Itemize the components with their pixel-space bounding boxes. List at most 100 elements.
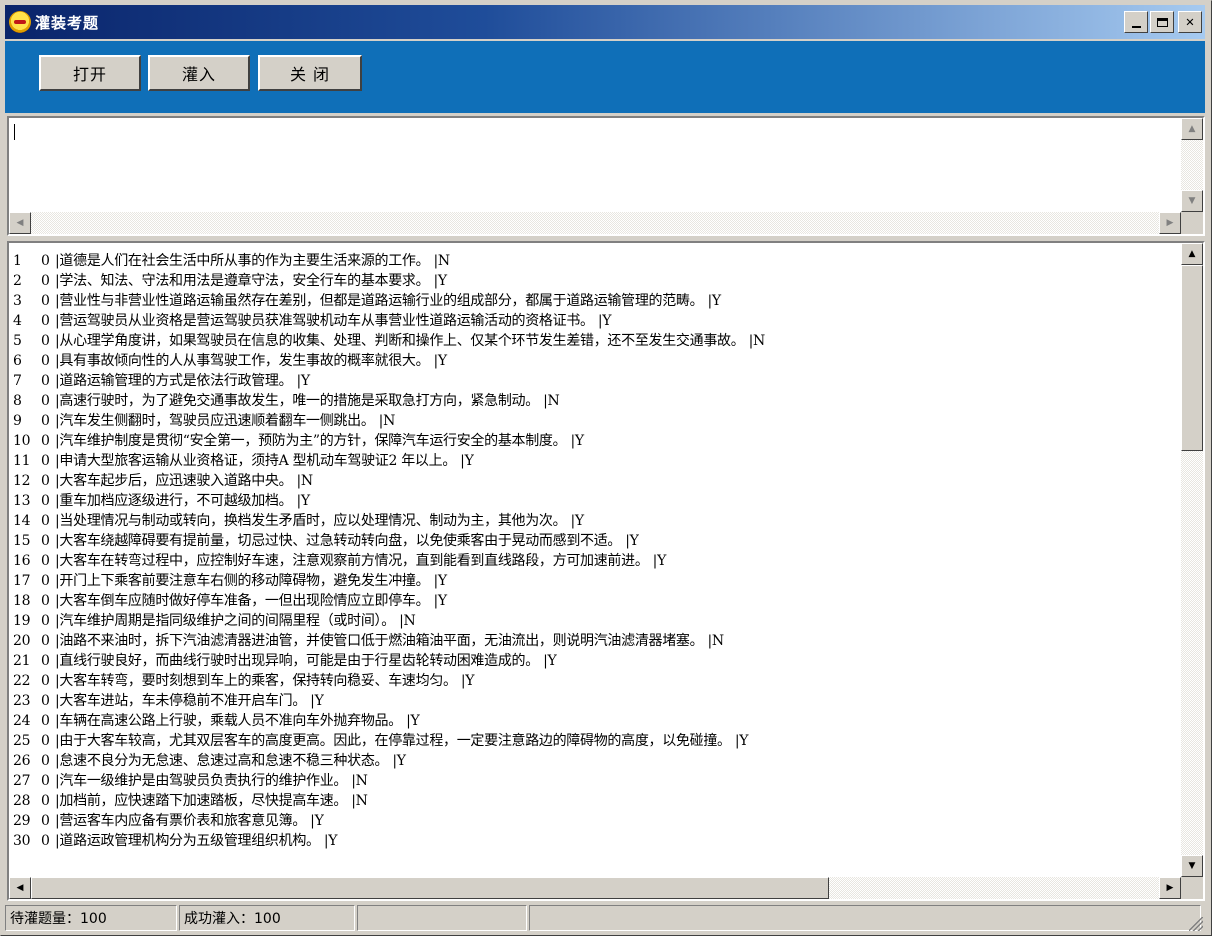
question-row[interactable]: 18 0 |大客车倒车应随时做好停车准备，一但出现险情应立即停车。 |Y [13, 591, 1179, 611]
question-row[interactable]: 21 0 |直线行驶良好，而曲线行驶时出现异响，可能是由于行星齿轮转动困难造成的。 … [13, 651, 1179, 671]
question-row[interactable]: 15 0 |大客车绕越障碍要有提前量，切忌过快、过急转动转向盘，以免使乘客由于晃动而… [13, 531, 1179, 551]
question-text: |大客车进站，车未停稳前不准开启车门。 |Y [55, 693, 324, 709]
list-scroll-up-arrow[interactable]: ▲ [1181, 243, 1203, 265]
question-row[interactable]: 12 0 |大客车起步后，应迅速驶入道路中央。 |N [13, 471, 1179, 491]
editor-scroll-up-arrow[interactable]: ▲ [1181, 118, 1203, 140]
question-row[interactable]: 20 0 |油路不来油时，拆下汽油滤清器进油管，并使管口低于燃油箱油平面，无油流出，… [13, 631, 1179, 651]
question-text: |直线行驶良好，而曲线行驶时出现异响，可能是由于行星齿轮转动困难造成的。 |Y [55, 653, 557, 669]
question-flag: 0 [41, 553, 50, 569]
question-rows: 1 0 |道德是人们在社会生活中所从事的作为主要生活来源的工作。 |N 2 0 |学法、知… [13, 251, 1179, 851]
question-text: |营运驾驶员从业资格是营运驾驶员获准驾驶机动车从事营业性道路运输活动的资格证书。… [55, 313, 612, 329]
question-row[interactable]: 8 0 |高速行驶时，为了避免交通事故发生，唯一的措施是采取急打方向，紧急制动。 |… [13, 391, 1179, 411]
question-number: 21 [13, 653, 31, 669]
question-row[interactable]: 1 0 |道德是人们在社会生活中所从事的作为主要生活来源的工作。 |N [13, 251, 1179, 271]
question-row[interactable]: 14 0 |当处理情况与制动或转向，换档发生矛盾时，应以处理情况、制动为主，其他为次… [13, 511, 1179, 531]
question-text: |重车加档应逐级进行，不可越级加档。 |Y [55, 493, 310, 509]
question-row[interactable]: 24 0 |车辆在高速公路上行驶，乘载人员不准向车外抛弃物品。 |Y [13, 711, 1179, 731]
question-text: |从心理学角度讲，如果驾驶员在信息的收集、处理、判断和操作上、仅某个环节发生差错… [55, 333, 765, 349]
question-row[interactable]: 4 0 |营运驾驶员从业资格是营运驾驶员获准驾驶机动车从事营业性道路运输活动的资格证… [13, 311, 1179, 331]
question-row[interactable]: 13 0 |重车加档应逐级进行，不可越级加档。 |Y [13, 491, 1179, 511]
list-vertical-thumb[interactable] [1181, 265, 1203, 451]
list-scroll-down-arrow[interactable]: ▼ [1181, 855, 1203, 877]
question-row[interactable]: 5 0 |从心理学角度讲，如果驾驶员在信息的收集、处理、判断和操作上、仅某个环节发生… [13, 331, 1179, 351]
question-number: 3 [13, 293, 22, 309]
question-text: |汽车一级维护是由驾驶员负责执行的维护作业。 |N [55, 773, 368, 789]
question-text: |当处理情况与制动或转向，换档发生矛盾时，应以处理情况、制动为主，其他为次。 |… [55, 513, 584, 529]
question-text: |营业性与非营业性道路运输虽然存在差别，但都是道路运输行业的组成部分，都属于道路… [55, 293, 721, 309]
question-row[interactable]: 27 0 |汽车一级维护是由驾驶员负责执行的维护作业。 |N [13, 771, 1179, 791]
question-row[interactable]: 11 0 |申请大型旅客运输从业资格证，须持A 型机动车驾驶证2 年以上。 |Y [13, 451, 1179, 471]
question-text: |汽车维护周期是指同级维护之间的间隔里程（或时间）。 |N [55, 613, 416, 629]
question-text: |学法、知法、守法和用法是遵章守法，安全行车的基本要求。 |Y [55, 273, 447, 289]
input-textarea[interactable]: ▲ ▼ ◀ ▶ [7, 116, 1205, 236]
app-icon[interactable] [9, 11, 31, 33]
import-button[interactable]: 灌入 [148, 55, 250, 91]
questions-list[interactable]: 1 0 |道德是人们在社会生活中所从事的作为主要生活来源的工作。 |N 2 0 |学法、知… [7, 241, 1205, 901]
question-flag: 0 [41, 633, 50, 649]
question-flag: 0 [41, 813, 50, 829]
question-text: |大客车起步后，应迅速驶入道路中央。 |N [55, 473, 313, 489]
minimize-button[interactable] [1124, 11, 1148, 33]
question-row[interactable]: 19 0 |汽车维护周期是指同级维护之间的间隔里程（或时间）。 |N [13, 611, 1179, 631]
question-text: |汽车维护制度是贯彻“安全第一，预防为主”的方针，保障汽车运行安全的基本制度。 … [55, 433, 584, 449]
question-row[interactable]: 26 0 |怠速不良分为无怠速、怠速过高和怠速不稳三种状态。 |Y [13, 751, 1179, 771]
question-text: |加档前，应快速踏下加速踏板，尽快提高车速。 |N [55, 793, 368, 809]
question-row[interactable]: 29 0 |营运客车内应备有票价表和旅客意见簿。 |Y [13, 811, 1179, 831]
editor-vertical-scrollbar[interactable]: ▲ ▼ [1181, 118, 1203, 212]
question-row[interactable]: 9 0 |汽车发生侧翻时，驾驶员应迅速顺着翻车一侧跳出。 |N [13, 411, 1179, 431]
close-button[interactable]: ✕ [1178, 11, 1202, 33]
question-row[interactable]: 2 0 |学法、知法、守法和用法是遵章守法，安全行车的基本要求。 |Y [13, 271, 1179, 291]
close-app-button[interactable]: 关 闭 [258, 55, 362, 91]
window-title: 灌装考题 [35, 13, 100, 32]
question-number: 7 [13, 373, 22, 389]
question-flag: 0 [41, 433, 50, 449]
list-horizontal-thumb[interactable] [31, 877, 829, 899]
question-text: |申请大型旅客运输从业资格证，须持A 型机动车驾驶证2 年以上。 |Y [55, 453, 474, 469]
question-row[interactable]: 17 0 |开门上下乘客前要注意车右侧的移动障碍物，避免发生冲撞。 |Y [13, 571, 1179, 591]
question-text: |油路不来油时，拆下汽油滤清器进油管，并使管口低于燃油箱油平面，无油流出，则说明… [55, 633, 724, 649]
question-flag: 0 [41, 313, 50, 329]
title-bar[interactable]: 灌装考题 ✕ [5, 5, 1205, 39]
list-scroll-right-arrow[interactable]: ▶ [1159, 877, 1181, 899]
question-row[interactable]: 10 0 |汽车维护制度是贯彻“安全第一，预防为主”的方针，保障汽车运行安全的基本制… [13, 431, 1179, 451]
maximize-button[interactable] [1150, 11, 1174, 33]
question-number: 2 [13, 273, 22, 289]
question-text: |具有事故倾向性的人从事驾驶工作，发生事故的概率就很大。 |Y [55, 353, 447, 369]
editor-scroll-right-arrow[interactable]: ▶ [1159, 212, 1181, 234]
question-row[interactable]: 3 0 |营业性与非营业性道路运输虽然存在差别，但都是道路运输行业的组成部分，都属于… [13, 291, 1179, 311]
question-number: 22 [13, 673, 31, 689]
open-button[interactable]: 打开 [39, 55, 141, 91]
editor-scroll-left-arrow[interactable]: ◀ [9, 212, 31, 234]
editor-scroll-down-arrow[interactable]: ▼ [1181, 190, 1203, 212]
question-text: |开门上下乘客前要注意车右侧的移动障碍物，避免发生冲撞。 |Y [55, 573, 447, 589]
editor-horizontal-scrollbar[interactable]: ◀ ▶ [9, 212, 1181, 234]
list-scroll-left-arrow[interactable]: ◀ [9, 877, 31, 899]
resize-grip-icon[interactable] [1189, 917, 1203, 931]
question-row[interactable]: 30 0 |道路运政管理机构分为五级管理组织机构。 |Y [13, 831, 1179, 851]
question-flag: 0 [41, 673, 50, 689]
question-flag: 0 [41, 713, 50, 729]
question-row[interactable]: 16 0 |大客车在转弯过程中，应控制好车速，注意观察前方情况，直到能看到直线路段，… [13, 551, 1179, 571]
question-row[interactable]: 28 0 |加档前，应快速踏下加速踏板，尽快提高车速。 |N [13, 791, 1179, 811]
question-text: |大客车绕越障碍要有提前量，切忌过快、过急转动转向盘，以免使乘客由于晃动而感到不… [55, 533, 639, 549]
question-number: 5 [13, 333, 22, 349]
list-vertical-scrollbar[interactable]: ▲ ▼ [1181, 243, 1203, 877]
question-number: 23 [13, 693, 31, 709]
question-flag: 0 [41, 413, 50, 429]
list-horizontal-scrollbar[interactable]: ◀ ▶ [9, 877, 1181, 899]
main-window: 灌装考题 ✕ 打开 灌入 关 闭 ▲ ▼ ◀ ▶ 1 0 |道德是人们在社会生活中所… [0, 0, 1212, 936]
question-flag: 0 [41, 533, 50, 549]
question-row[interactable]: 7 0 |道路运输管理的方式是依法行政管理。 |Y [13, 371, 1179, 391]
question-row[interactable]: 22 0 |大客车转弯，要时刻想到车上的乘客，保持转向稳妥、车速均匀。 |Y [13, 671, 1179, 691]
question-number: 25 [13, 733, 31, 749]
question-flag: 0 [41, 653, 50, 669]
status-panel-3 [357, 905, 527, 931]
question-flag: 0 [41, 253, 50, 269]
question-row[interactable]: 6 0 |具有事故倾向性的人从事驾驶工作，发生事故的概率就很大。 |Y [13, 351, 1179, 371]
question-number: 13 [13, 493, 31, 509]
question-flag: 0 [41, 693, 50, 709]
maximize-icon [1156, 17, 1168, 27]
question-row[interactable]: 23 0 |大客车进站，车未停稳前不准开启车门。 |Y [13, 691, 1179, 711]
question-row[interactable]: 25 0 |由于大客车较高，尤其双层客车的高度更高。因此，在停靠过程，一定要注意路边… [13, 731, 1179, 751]
question-number: 15 [13, 533, 31, 549]
